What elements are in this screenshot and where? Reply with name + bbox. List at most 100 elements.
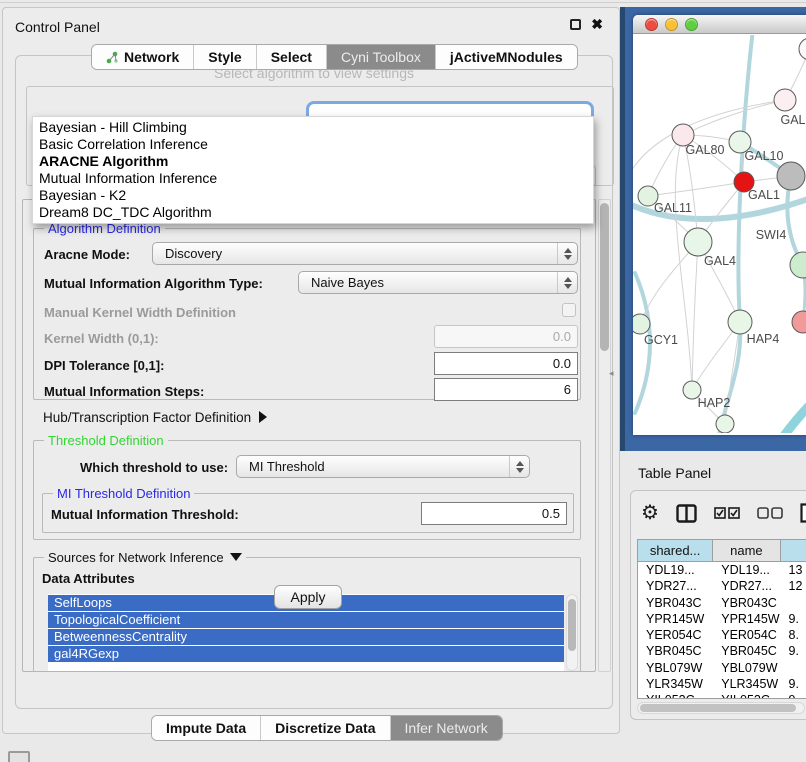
column-header[interactable] [781, 540, 806, 561]
network-node[interactable] [799, 38, 806, 60]
table-cell: YLR345W [713, 676, 780, 692]
which-threshold-value: MI Threshold [237, 459, 509, 474]
attribute-item-betweennesscentrality[interactable]: BetweennessCentrality [48, 629, 564, 645]
network-node[interactable] [777, 162, 805, 190]
float-panel-icon[interactable] [570, 19, 581, 30]
attributes-scrollbar[interactable] [566, 594, 578, 671]
table-row[interactable]: YLR345WYLR345W9. [638, 676, 806, 692]
sources-title: Sources for Network Inference [48, 550, 224, 565]
zoom-window-icon[interactable] [685, 18, 698, 31]
table-row[interactable]: YPR145WYPR145W9. [638, 611, 806, 627]
menu-item-bayesian-hill-climbing[interactable]: Bayesian - Hill Climbing [33, 119, 593, 136]
attribute-item-topologicalcoefficient[interactable]: TopologicalCoefficient [48, 612, 564, 628]
combo-stepper-icon [557, 243, 577, 264]
column-header[interactable]: shared... [638, 540, 713, 561]
manual-kernel-label: Manual Kernel Width Definition [44, 305, 236, 320]
network-edge [692, 242, 698, 390]
network-node-hap4[interactable] [728, 310, 752, 334]
sources-group: Sources for Network Inference Data Attri… [33, 557, 581, 672]
settings-scrollbar[interactable] [598, 199, 611, 672]
split-pane-collapse-handle[interactable]: ◂ [609, 367, 617, 379]
attribute-item-gal4rgexp[interactable]: gal4RGexp [48, 646, 564, 662]
table-row[interactable]: YDL19...YDL19...13 [638, 562, 806, 578]
table-cell: YBR045C [638, 643, 713, 659]
mi-threshold-input[interactable] [421, 502, 567, 525]
table-cell [781, 595, 806, 611]
table-hscrollbar[interactable] [637, 702, 805, 714]
tab-label: Select [271, 49, 312, 65]
tab-label: jActiveMNodules [450, 49, 563, 65]
table-row[interactable]: YER054CYER054C8. [638, 627, 806, 643]
hide-columns-icon[interactable] [757, 507, 783, 519]
close-panel-icon[interactable]: ✖ [591, 19, 603, 30]
aracne-mode-label: Aracne Mode: [44, 247, 130, 262]
table-row[interactable]: YIL052CYIL052C9 [638, 692, 806, 699]
node-label: HAP4 [747, 332, 780, 346]
network-edge [648, 182, 744, 196]
node-table[interactable]: shared...name YDL19...YDL19...13YDR27...… [637, 539, 806, 699]
tab-impute-data[interactable]: Impute Data [152, 716, 261, 740]
table-row[interactable]: YBL079WYBL079W [638, 660, 806, 676]
network-edge [783, 385, 806, 433]
mi-steps-input[interactable] [434, 378, 578, 401]
sources-title-row[interactable]: Sources for Network Inference [44, 550, 246, 565]
window-titlebar[interactable] [633, 15, 806, 34]
tab-network[interactable]: Network [92, 45, 194, 69]
menu-item-aracne-algorithm[interactable]: ARACNE Algorithm [33, 153, 593, 170]
control-panel-tabbar: Network Style Select Cyni Toolbox jActiveMNo… [91, 44, 578, 70]
threshold-definition-group: Threshold Definition Which threshold to … [33, 440, 581, 540]
close-window-icon[interactable] [645, 18, 658, 31]
split-columns-icon[interactable] [676, 504, 697, 523]
hub-definition-expander[interactable]: Hub/Transcription Factor Definition [43, 410, 267, 425]
network-edge [633, 100, 785, 177]
tab-select[interactable]: Select [257, 45, 327, 69]
menu-item-bayesian-k2[interactable]: Bayesian - K2 [33, 187, 593, 204]
network-icon [106, 51, 119, 64]
tab-cyni-toolbox[interactable]: Cyni Toolbox [327, 45, 436, 69]
collapse-down-icon [230, 553, 242, 561]
table-row[interactable]: YDR27...YDR27...12 [638, 578, 806, 594]
table-cell: YPR145W [713, 611, 780, 627]
network-node-y[interactable] [792, 311, 806, 333]
network-canvas[interactable]: GALGAL80GAL10GAL1GAL11GAL4SWI4GCY1HAP4YH… [633, 35, 806, 433]
table-cell: YIL052C [713, 692, 780, 699]
kernel-width-input[interactable] [434, 325, 578, 348]
dpi-tolerance-input[interactable] [434, 352, 578, 375]
show-columns-icon[interactable] [714, 507, 740, 519]
network-node[interactable] [716, 415, 734, 433]
which-threshold-select[interactable]: MI Threshold [236, 455, 530, 478]
network-node-gal4[interactable] [684, 228, 712, 256]
minimized-panel-icon[interactable] [8, 751, 30, 762]
menu-item-basic-correlation-inference[interactable]: Basic Correlation Inference [33, 136, 593, 153]
node-label: GAL4 [704, 254, 736, 268]
tab-infer-network[interactable]: Infer Network [391, 716, 502, 740]
data-attributes-label: Data Attributes [42, 571, 135, 586]
tab-style[interactable]: Style [194, 45, 256, 69]
hub-definition-label: Hub/Transcription Factor Definition [43, 410, 251, 425]
table-cell: YBR043C [638, 595, 713, 611]
column-header[interactable]: name [713, 540, 780, 561]
minimize-window-icon[interactable] [665, 18, 678, 31]
combo-stepper-icon [509, 456, 529, 477]
tab-jactivemnodules[interactable]: jActiveMNodules [436, 45, 577, 69]
apply-button[interactable]: Apply [274, 585, 342, 609]
table-row[interactable]: YBR043CYBR043C [638, 595, 806, 611]
control-panel-title: Control Panel [15, 19, 100, 35]
mi-type-select[interactable]: Naive Bayes [298, 271, 578, 294]
manual-kernel-checkbox[interactable] [562, 303, 576, 317]
network-node-gcy1[interactable] [633, 314, 650, 334]
algorithm-definition-group: Algorithm Definition Aracne Mode: Discov… [33, 228, 581, 400]
table-row[interactable]: YBR045CYBR045C9. [638, 643, 806, 659]
gear-icon[interactable]: ⚙ [641, 503, 659, 523]
menu-item-mutual-information-inference[interactable]: Mutual Information Inference [33, 170, 593, 187]
tab-discretize-data[interactable]: Discretize Data [261, 716, 390, 740]
table-cell: 9. [781, 611, 806, 627]
aracne-mode-select[interactable]: Discovery [152, 242, 578, 265]
tab-label: Network [124, 49, 179, 65]
algorithm-dropdown-menu: Bayesian - Hill ClimbingBasic Correlatio… [32, 116, 594, 224]
network-node-swi4[interactable] [790, 252, 806, 278]
export-table-icon[interactable] [800, 503, 806, 523]
menu-item-dream8-dc-tdc-algorithm[interactable]: Dream8 DC_TDC Algorithm [33, 204, 593, 221]
table-cell: YBR045C [713, 643, 780, 659]
network-node-gal[interactable] [774, 89, 796, 111]
